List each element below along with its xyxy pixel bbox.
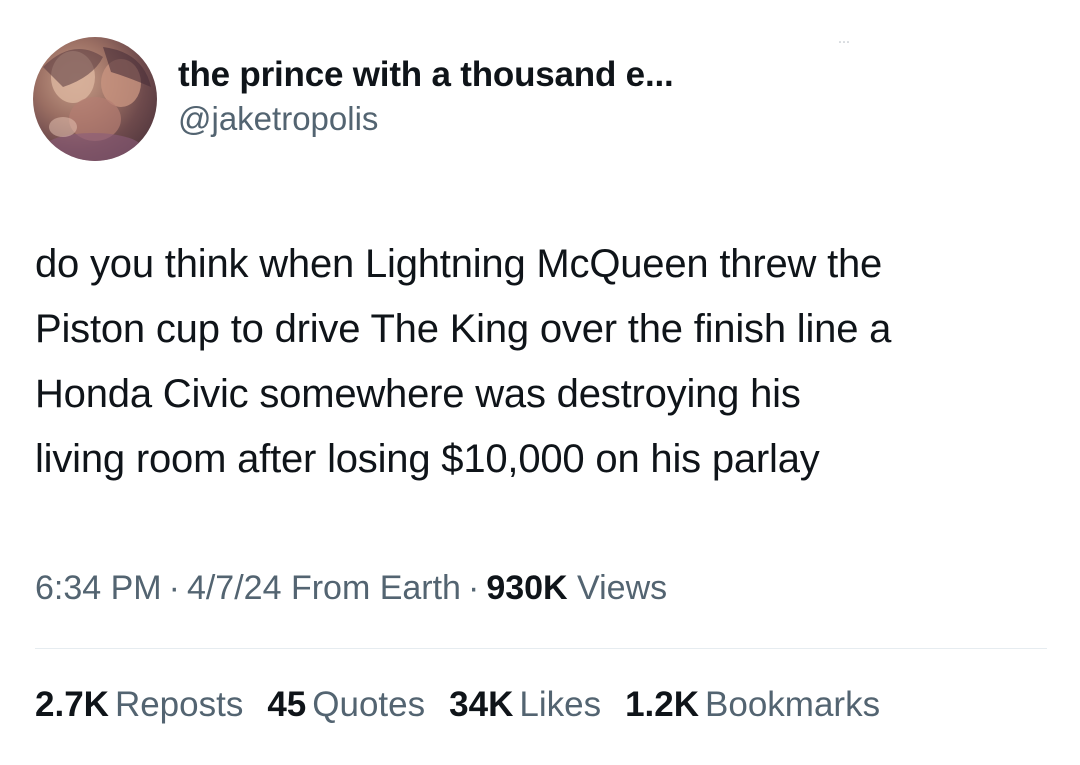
views-count: 930K	[486, 569, 568, 607]
author-display-name[interactable]: the prince with a thousand e...	[178, 55, 674, 95]
tweet-time[interactable]: 6:34 PM	[35, 569, 162, 607]
bookmarks-count: 1.2K	[625, 685, 700, 724]
bookmarks-label: Bookmarks	[705, 685, 881, 724]
meta-separator: ·	[467, 569, 480, 607]
likes-stat[interactable]: 34K Likes	[449, 683, 601, 727]
likes-label: Likes	[519, 685, 602, 724]
tweet-date[interactable]: 4/7/24	[187, 569, 282, 607]
reposts-stat[interactable]: 2.7K Reposts	[35, 683, 243, 727]
tweet-meta: 6:34 PM · 4/7/24 From Earth · 930K Views	[35, 566, 667, 610]
tweet-source: From Earth	[290, 569, 461, 607]
author-handle[interactable]: @jaketropolis	[178, 99, 674, 139]
quotes-count: 45	[267, 685, 307, 724]
meta-separator: ·	[168, 569, 180, 607]
views-label: Views	[577, 569, 668, 607]
avatar[interactable]	[33, 37, 157, 161]
engagement-stats: 2.7K Reposts 45 Quotes 34K Likes 1.2K Bookma…	[35, 683, 904, 727]
quotes-stat[interactable]: 45 Quotes	[267, 683, 425, 727]
avatar-photo-icon	[43, 47, 151, 161]
bookmarks-stat[interactable]: 1.2K Bookmarks	[625, 683, 880, 727]
tweet-card: the prince with a thousand e... @jaketro…	[0, 0, 1080, 765]
likes-count: 34K	[449, 685, 514, 724]
reposts-label: Reposts	[114, 685, 244, 724]
quotes-label: Quotes	[312, 685, 426, 724]
divider	[35, 648, 1047, 649]
tweet-header: the prince with a thousand e... @jaketro…	[33, 37, 674, 161]
reposts-count: 2.7K	[35, 685, 109, 724]
more-dots-icon[interactable]	[838, 40, 850, 44]
tweet-text: do you think when Lightning McQueen thre…	[35, 242, 892, 481]
author-names: the prince with a thousand e... @jaketro…	[178, 55, 674, 139]
